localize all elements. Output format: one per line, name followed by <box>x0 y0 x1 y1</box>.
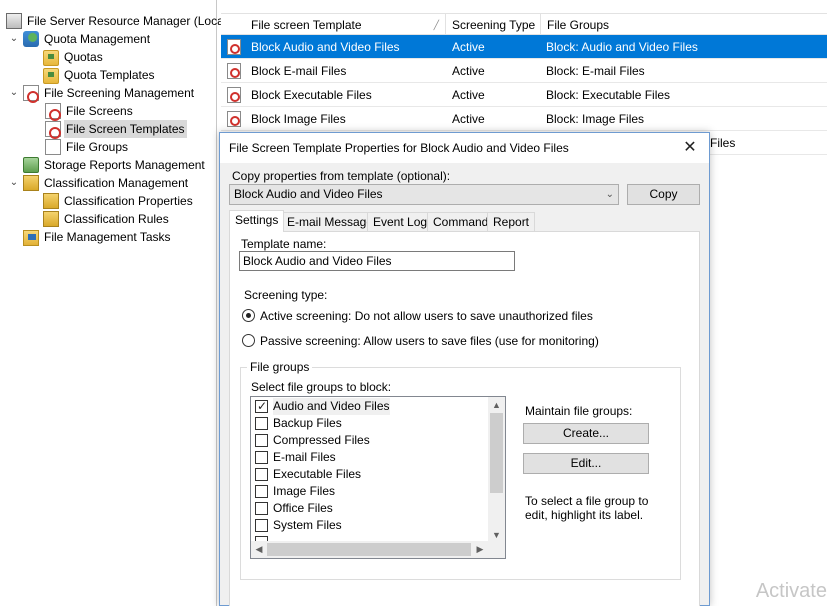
classification-icon <box>43 211 59 227</box>
file-screen-icon <box>227 111 241 127</box>
checkbox[interactable] <box>255 451 268 464</box>
tree-item-classification-properties[interactable]: Classification Properties <box>43 192 195 210</box>
checkbox[interactable] <box>255 468 268 481</box>
tab-email-message[interactable]: E-mail Message <box>281 212 380 231</box>
scroll-thumb[interactable] <box>490 413 503 493</box>
tree-item-file-screening-management[interactable]: ⌄ File Screening Management <box>8 84 196 103</box>
chevron-down-icon[interactable]: ⌄ <box>8 174 20 192</box>
file-screen-icon <box>45 121 61 139</box>
tree-item-file-screen-templates[interactable]: File Screen Templates <box>43 120 187 139</box>
tree-item-classification-rules[interactable]: Classification Rules <box>43 210 171 228</box>
tab-event-log[interactable]: Event Log <box>367 212 434 231</box>
classification-icon <box>43 193 59 209</box>
scrollbar-corner <box>488 541 505 558</box>
checkbox[interactable] <box>255 434 268 447</box>
list-item[interactable]: Image Files <box>255 483 335 500</box>
list-item[interactable]: Backup Files <box>255 415 342 432</box>
tab-report[interactable]: Report <box>487 212 536 231</box>
activation-watermark: Activate <box>755 580 827 602</box>
quota-icon <box>23 31 39 47</box>
document-icon <box>45 139 61 155</box>
classification-icon <box>23 175 39 191</box>
checkbox[interactable] <box>255 398 268 415</box>
tasks-icon <box>23 230 39 246</box>
copy-button[interactable]: Copy <box>627 184 700 205</box>
passive-screening-radio[interactable] <box>242 334 255 347</box>
column-header-screening-type[interactable]: Screening Type <box>446 14 541 36</box>
screening-type-label: Screening type: <box>244 288 328 302</box>
server-icon <box>6 13 22 29</box>
tree-item-quota-templates[interactable]: Quota Templates <box>43 66 157 84</box>
checkbox[interactable] <box>255 519 268 532</box>
checkbox[interactable] <box>255 485 268 498</box>
select-file-groups-label: Select file groups to block: <box>251 380 392 394</box>
copy-properties-label: Copy properties from template (optional)… <box>232 169 451 183</box>
chevron-down-icon: ⌄ <box>605 189 614 200</box>
table-row[interactable]: Block Image Files Active Block: Image Fi… <box>221 107 827 131</box>
dialog-titlebar[interactable]: File Screen Template Properties for Bloc… <box>220 133 709 163</box>
list-item[interactable]: Compressed Files <box>255 432 370 449</box>
list-item[interactable]: Audio and Video Files <box>255 398 390 415</box>
file-screen-icon <box>227 87 241 103</box>
list-item[interactable]: System Files <box>255 517 342 534</box>
table-row[interactable]: Block E-mail Files Active Block: E-mail … <box>221 59 827 83</box>
horizontal-scrollbar[interactable]: ◀ ▶ <box>251 541 488 558</box>
column-header-file-groups[interactable]: File Groups <box>541 14 827 36</box>
file-screen-icon <box>227 63 241 79</box>
list-item[interactable]: Executable Files <box>255 466 361 483</box>
chevron-down-icon[interactable]: ⌄ <box>8 84 20 102</box>
copy-template-select[interactable]: Block Audio and Video Files ⌄ <box>229 184 619 205</box>
list-item[interactable]: Office Files <box>255 500 333 517</box>
table-row[interactable]: Block Audio and Video Files Active Block… <box>221 35 827 59</box>
vertical-scrollbar[interactable]: ▲ ▼ <box>488 397 505 543</box>
column-header-template[interactable]: File screen Template ╱ <box>221 14 446 36</box>
list-item[interactable]: E-mail Files <box>255 449 336 466</box>
dialog-title: File Screen Template Properties for Bloc… <box>229 141 569 155</box>
active-screening-label[interactable]: Active screening: Do not allow users to … <box>260 309 593 323</box>
tree-item-classification-management[interactable]: ⌄ Classification Management <box>8 174 190 192</box>
checkbox[interactable] <box>255 502 268 515</box>
sort-caret-icon: ╱ <box>433 20 439 30</box>
scroll-left-icon[interactable]: ◀ <box>251 541 267 558</box>
template-name-field[interactable]: Block Audio and Video Files <box>239 251 515 271</box>
active-screening-radio[interactable] <box>242 309 255 322</box>
file-screen-icon <box>227 39 241 55</box>
tree-item-file-management-tasks[interactable]: File Management Tasks <box>23 228 173 246</box>
list-header: File screen Template ╱ Screening Type Fi… <box>221 13 827 36</box>
tree-item-storage-reports[interactable]: Storage Reports Management <box>23 156 207 174</box>
navigation-tree: File Server Resource Manager (Loca ⌄ Quo… <box>0 0 224 606</box>
tab-settings[interactable]: Settings <box>229 210 285 232</box>
folder-chart-icon <box>43 50 59 66</box>
file-screen-icon <box>23 85 39 103</box>
tree-item-quota-management[interactable]: ⌄ Quota Management <box>8 30 152 48</box>
create-button[interactable]: Create... <box>523 423 649 444</box>
close-icon[interactable]: ✕ <box>679 137 701 159</box>
scroll-right-icon[interactable]: ▶ <box>472 541 488 558</box>
edit-hint: To select a file group to edit, highligh… <box>525 494 649 522</box>
scroll-up-icon[interactable]: ▲ <box>488 397 505 413</box>
tree-item-file-groups[interactable]: File Groups <box>43 138 130 156</box>
report-icon <box>23 157 39 173</box>
chevron-down-icon[interactable]: ⌄ <box>8 30 20 48</box>
tree-item-file-screens[interactable]: File Screens <box>43 102 135 121</box>
maintain-file-groups-label: Maintain file groups: <box>525 404 633 418</box>
checkbox[interactable] <box>255 417 268 430</box>
tree-root[interactable]: File Server Resource Manager (Loca <box>4 12 226 30</box>
file-groups-legend: File groups <box>247 360 313 374</box>
template-properties-dialog: File Screen Template Properties for Bloc… <box>219 132 710 606</box>
tree-item-quotas[interactable]: Quotas <box>43 48 105 66</box>
template-name-label: Template name: <box>241 237 327 251</box>
file-groups-list[interactable]: Audio and Video Files Backup Files Compr… <box>250 396 506 559</box>
passive-screening-label[interactable]: Passive screening: Allow users to save f… <box>260 334 599 348</box>
folder-chart-icon <box>43 68 59 84</box>
table-row[interactable]: Block Executable Files Active Block: Exe… <box>221 83 827 107</box>
scroll-thumb[interactable] <box>267 543 471 556</box>
tab-command[interactable]: Command <box>427 212 495 231</box>
settings-panel: Template name: Block Audio and Video Fil… <box>229 231 700 606</box>
edit-button[interactable]: Edit... <box>523 453 649 474</box>
file-screen-icon <box>45 103 61 121</box>
